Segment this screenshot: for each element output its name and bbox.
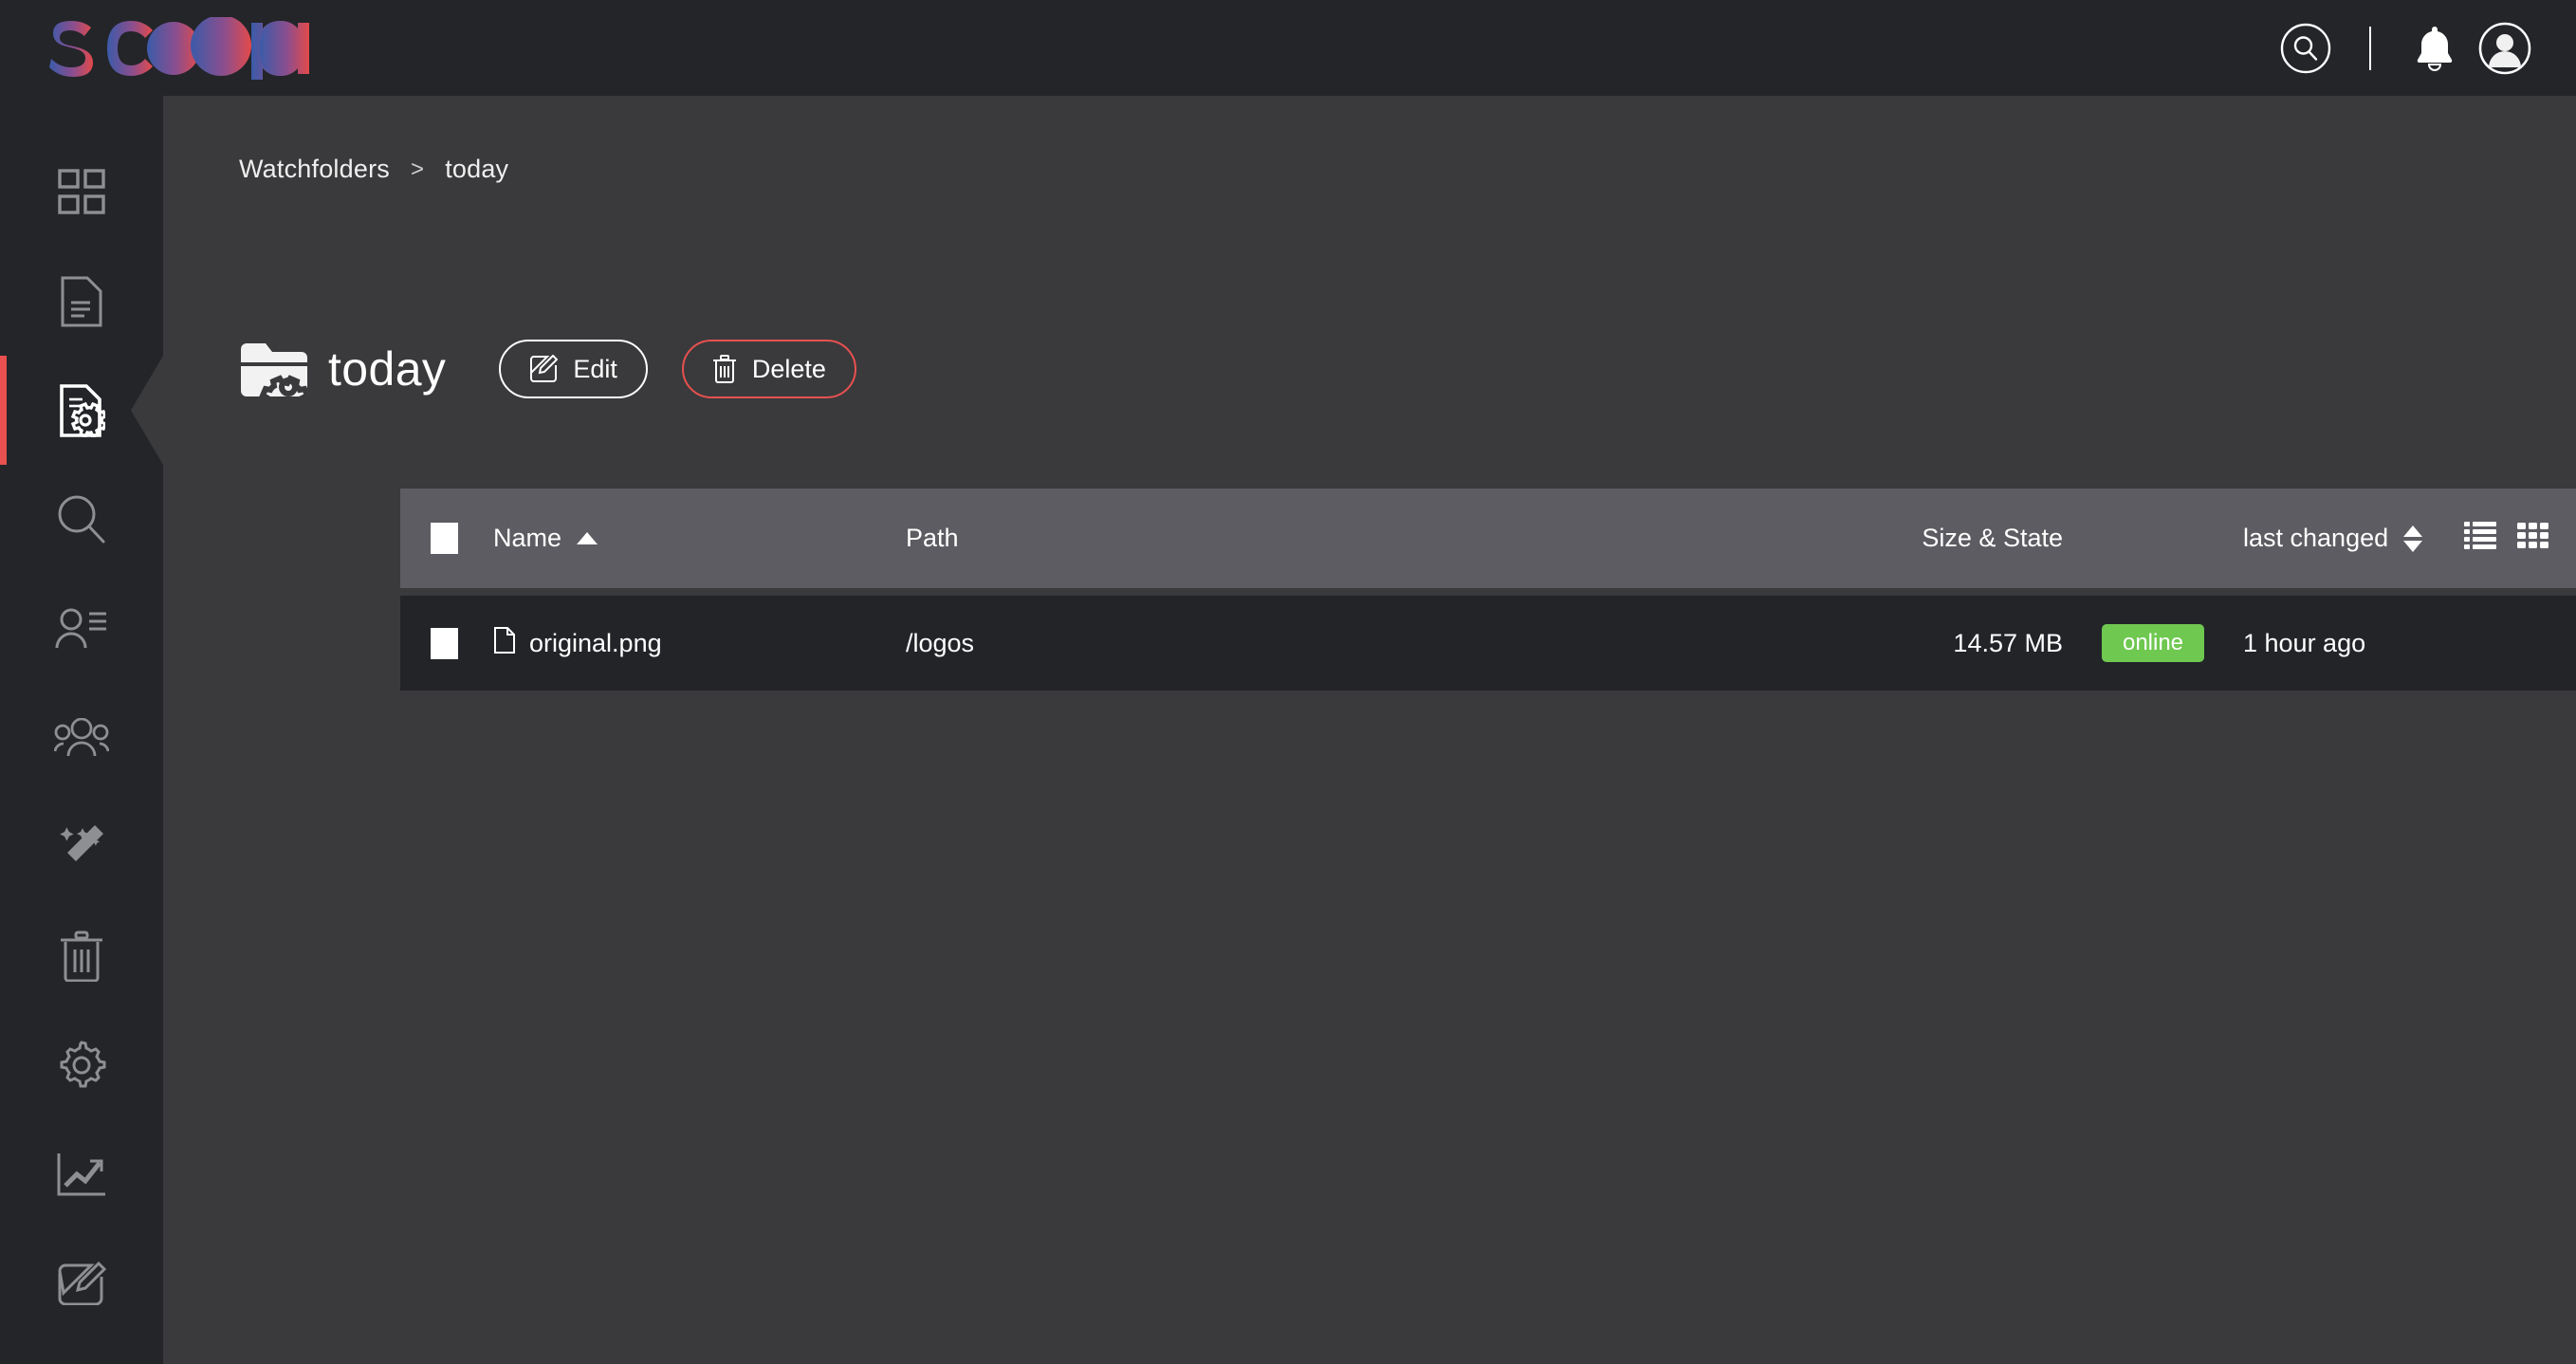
sidebar-item-documents[interactable] [0, 247, 163, 356]
sidebar-item-watchfolders[interactable] [0, 356, 163, 465]
page-header: today Edit Delete [239, 335, 856, 404]
files-table: Name Path Size & State last changed orig… [400, 488, 2576, 691]
sidebar-item-search[interactable] [0, 465, 163, 574]
top-bar-divider [2369, 26, 2371, 70]
sidebar-nav [0, 96, 163, 1337]
delete-button[interactable]: Delete [681, 340, 856, 398]
list-view-icon[interactable] [2464, 521, 2496, 556]
sidebar-item-groups[interactable] [0, 683, 163, 792]
folder-gear-icon [239, 340, 311, 404]
bell-icon[interactable] [2400, 13, 2470, 83]
cell-state: online [2063, 624, 2243, 662]
column-header-last-changed-label: last changed [2243, 524, 2389, 552]
main-content: Watchfolders > today today Edit Delete N… [163, 96, 2576, 1364]
top-bar-actions [2271, 13, 2540, 83]
search-circle-icon[interactable] [2271, 13, 2341, 83]
sidebar-item-user-details[interactable] [0, 574, 163, 683]
breadcrumb: Watchfolders > today [239, 155, 508, 184]
row-checkbox[interactable] [431, 627, 458, 659]
sidebar-item-dashboard[interactable] [0, 138, 163, 247]
select-all-checkbox[interactable] [431, 523, 458, 554]
user-avatar-icon[interactable] [2470, 13, 2540, 83]
grid-view-icon[interactable] [2517, 521, 2549, 556]
sidebar-item-trash[interactable] [0, 901, 163, 1010]
page-title: today [328, 342, 447, 396]
column-header-name-label: Name [493, 524, 562, 552]
top-bar [0, 0, 2576, 96]
delete-button-label: Delete [751, 354, 826, 383]
sidebar-item-settings[interactable] [0, 1010, 163, 1119]
cell-name: original.png [493, 626, 906, 661]
sidebar-item-statistics[interactable] [0, 1119, 163, 1228]
sidebar-item-automation[interactable] [0, 792, 163, 901]
breadcrumb-root[interactable]: Watchfolders [239, 155, 390, 184]
column-header-name[interactable]: Name [493, 524, 906, 553]
pencil-square-icon [529, 355, 573, 383]
active-indicator-notch [131, 356, 163, 465]
trash-icon [712, 355, 752, 383]
column-header-path[interactable]: Path [906, 524, 1679, 553]
document-gear-icon [60, 383, 105, 437]
cell-name-label: original.png [529, 628, 662, 657]
table-header-row: Name Path Size & State last changed [400, 488, 2576, 588]
cell-path: /logos [906, 628, 975, 657]
file-icon [493, 626, 516, 661]
breadcrumb-separator: > [410, 156, 425, 182]
sidebar [0, 96, 163, 1364]
sort-toggle-icon[interactable] [2403, 525, 2423, 552]
cell-size: 14.57 MB [1953, 628, 2063, 657]
active-indicator-bar [0, 356, 7, 465]
sort-ascending-icon[interactable] [577, 532, 598, 544]
column-header-size-state[interactable]: Size & State [1679, 524, 2063, 553]
status-badge: online [2101, 624, 2205, 662]
brand-logo[interactable] [44, 0, 309, 96]
cell-last-changed: 1 hour ago [2243, 628, 2366, 657]
column-header-last-changed[interactable]: last changed [2243, 524, 2464, 553]
view-toggle-group [2464, 521, 2576, 556]
edit-button[interactable]: Edit [499, 340, 648, 398]
edit-button-label: Edit [573, 354, 617, 383]
sidebar-item-editor[interactable] [0, 1228, 163, 1337]
table-row[interactable]: original.png /logos 14.57 MB online 1 ho… [400, 596, 2576, 691]
breadcrumb-current: today [445, 155, 509, 183]
